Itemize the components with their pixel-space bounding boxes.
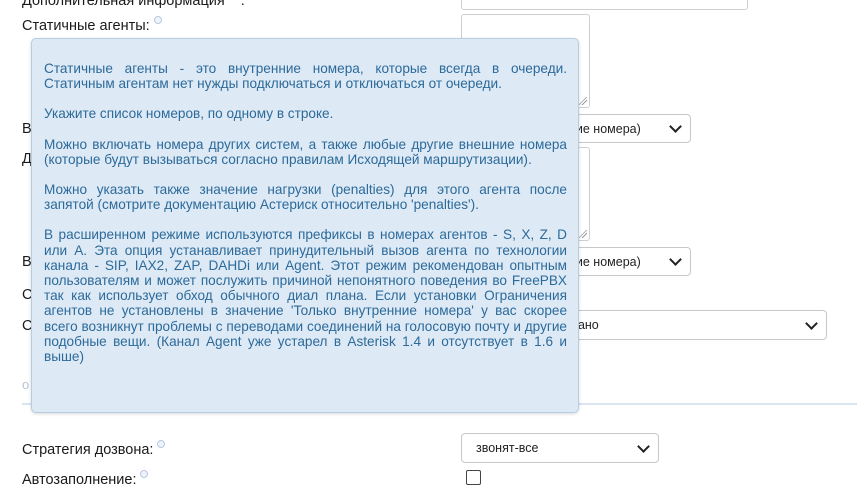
chevron-down-icon <box>637 439 650 453</box>
agent-restriction-select-1-value: ние номера) <box>569 121 641 136</box>
autofill-label-text: Автозаполнение: <box>22 471 137 488</box>
autofill-checkbox[interactable] <box>466 470 481 485</box>
section-heading-partial: о <box>22 377 30 392</box>
resize-grip-icon[interactable] <box>579 230 587 238</box>
tooltip-paragraph: Можно включать номера других систем, а т… <box>44 136 567 167</box>
strategy-label: Стратегия дозвона: <box>22 440 166 458</box>
chevron-down-icon <box>805 316 818 330</box>
chevron-down-icon <box>669 120 682 133</box>
agent-restriction-select-2-value: ние номера) <box>569 254 641 269</box>
additional-info-input[interactable] <box>461 0 748 10</box>
help-icon[interactable] <box>140 470 149 478</box>
additional-info-label-text: Дополнительная информация <box>22 0 225 9</box>
resize-grip-icon[interactable] <box>579 97 587 105</box>
autofill-label: Автозаполнение: <box>22 470 149 488</box>
chevron-down-icon <box>669 253 682 266</box>
static-agents-label-text: Статичные агенты: <box>22 17 150 34</box>
tooltip-paragraph: Статичные агенты - это внутренние номера… <box>44 61 567 92</box>
tooltip-paragraph: Можно указать также значение нагрузки (p… <box>44 182 567 213</box>
additional-info-label: Дополнительная информация : <box>22 0 245 9</box>
strategy-select-value: звонят-все <box>476 441 539 455</box>
tooltip-paragraph: Укажите список номеров, по одному в стро… <box>44 106 334 122</box>
tooltip-paragraph: В расширенном режиме используются префик… <box>44 227 567 365</box>
help-icon[interactable] <box>157 440 166 448</box>
help-icon[interactable] <box>153 16 162 24</box>
help-tooltip: Статичные агенты - это внутренние номера… <box>31 38 579 413</box>
static-agents-label: Статичные агенты: <box>22 16 162 34</box>
strategy-select[interactable]: звонят-все <box>461 433 659 463</box>
strategy-label-text: Стратегия дозвона: <box>22 441 154 458</box>
